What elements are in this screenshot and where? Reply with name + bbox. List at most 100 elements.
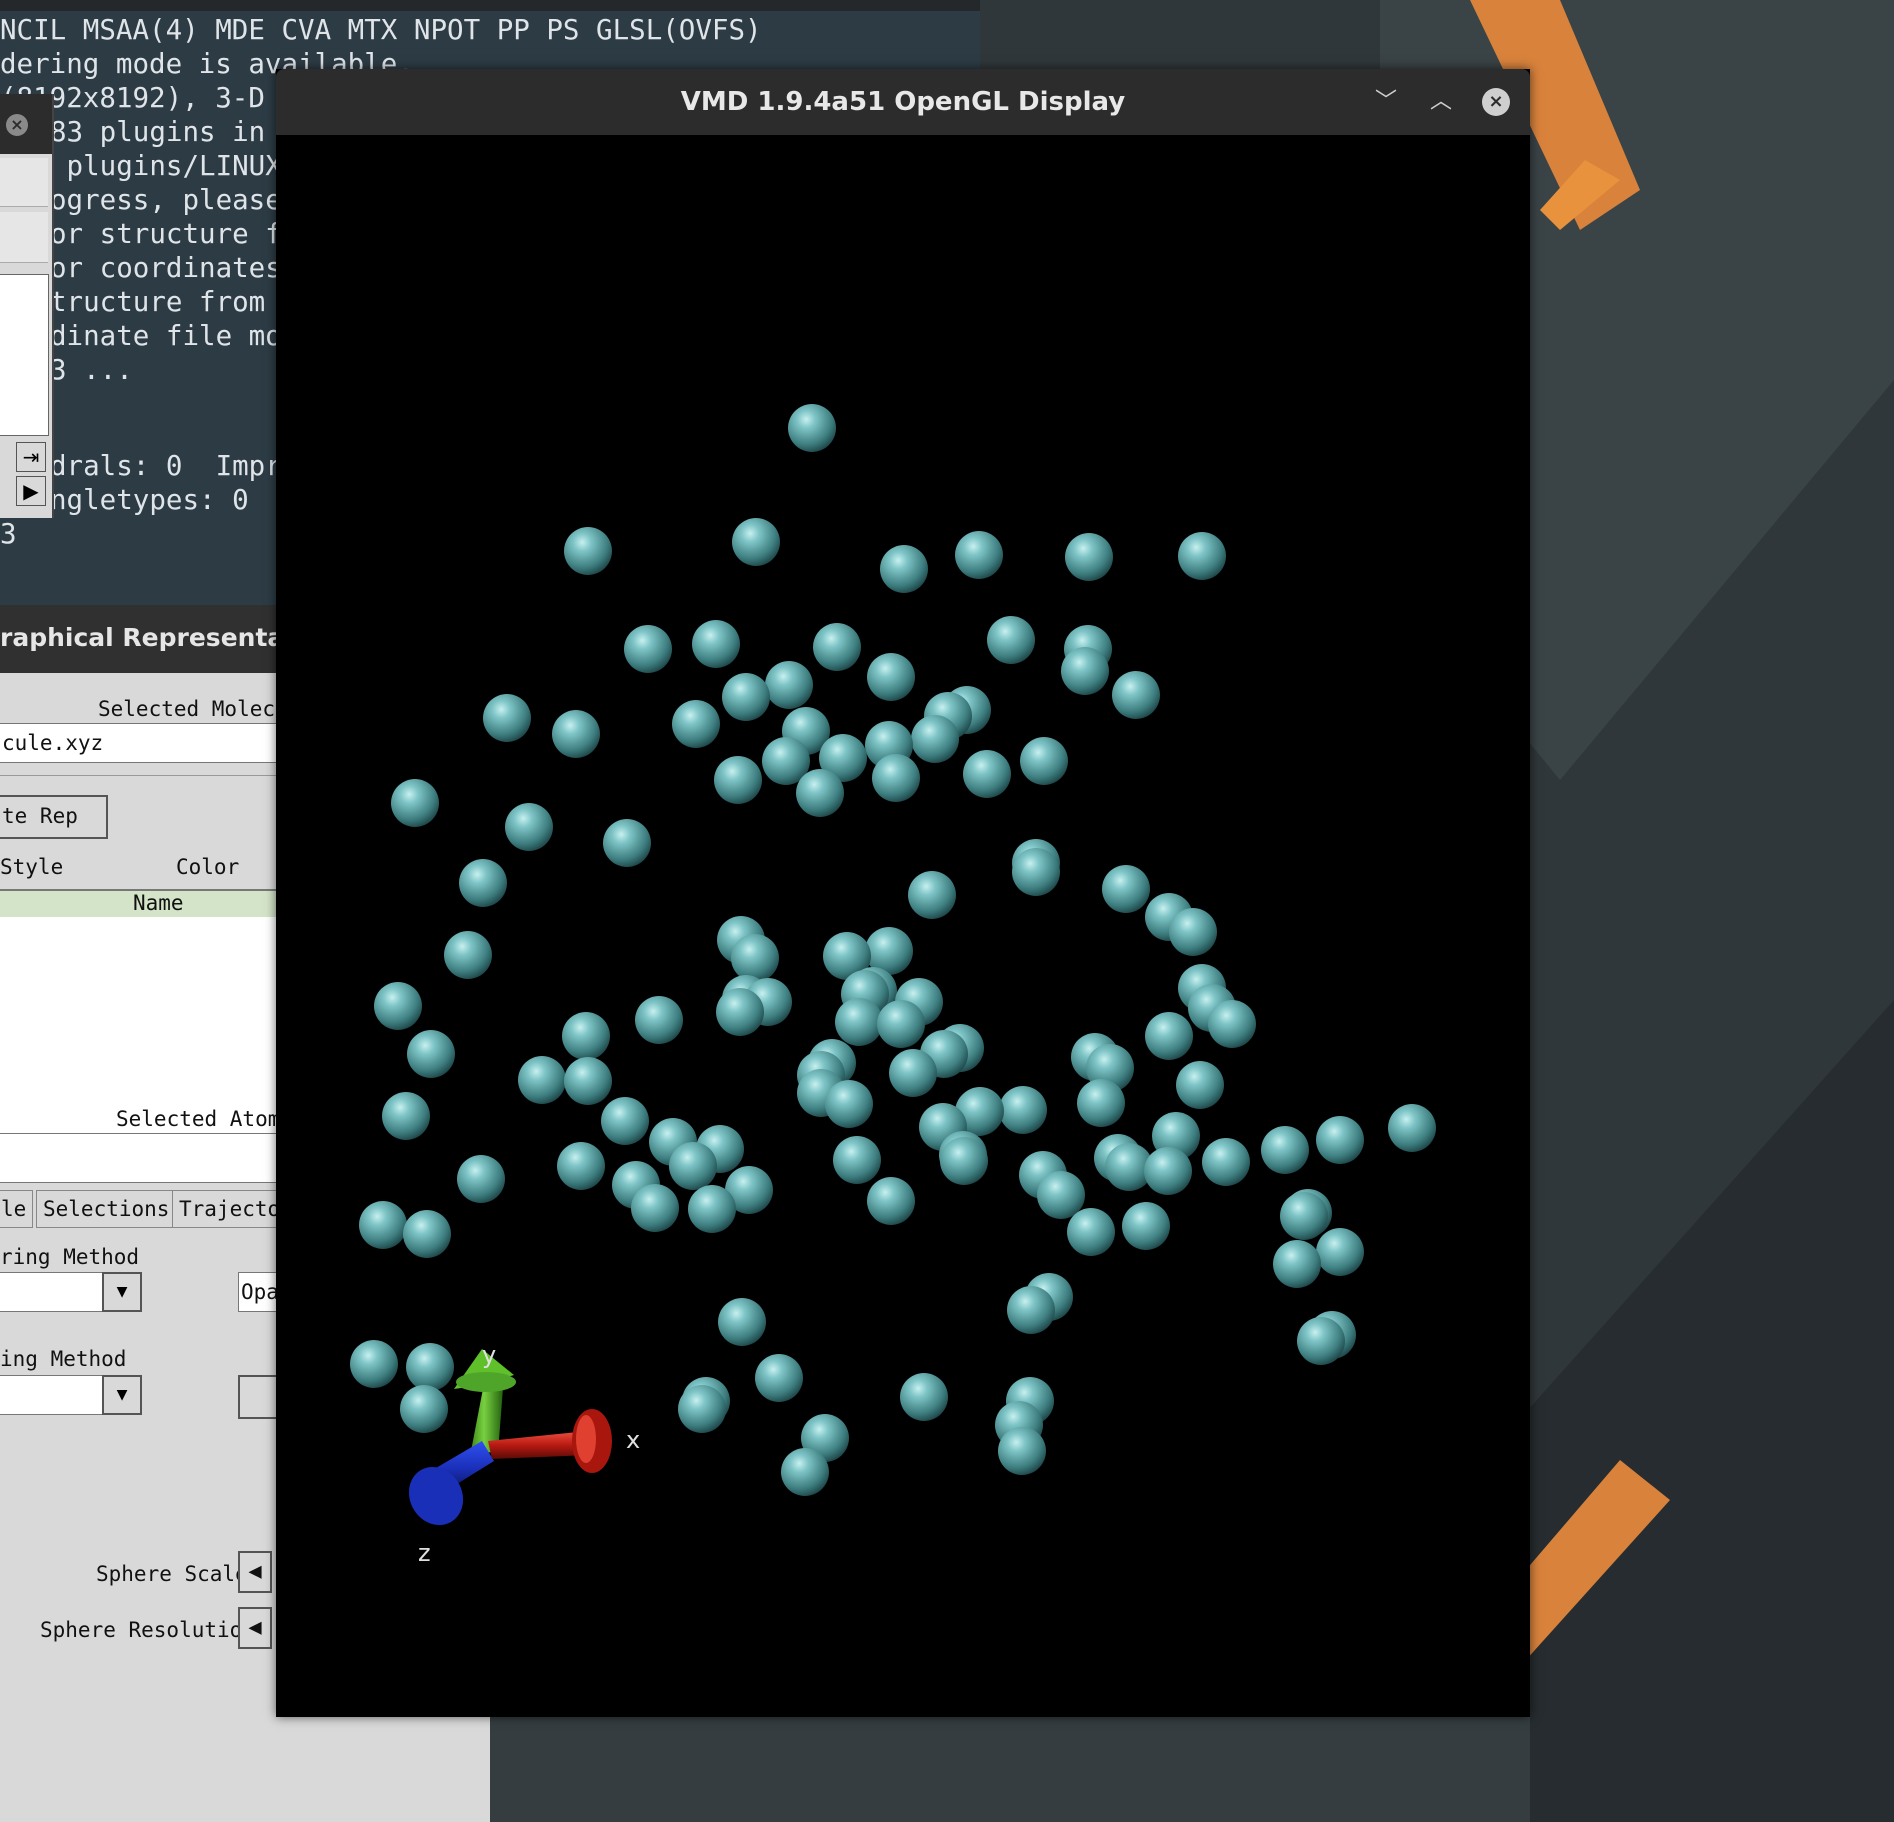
opengl-display-window[interactable]: VMD 1.9.4a51 OpenGL Display ﹀ ︿ × x y z: [276, 69, 1530, 1717]
atom-sphere[interactable]: [877, 1000, 925, 1048]
atom-sphere[interactable]: [483, 694, 531, 742]
atom-sphere[interactable]: [867, 1177, 915, 1225]
atom-sphere[interactable]: [603, 819, 651, 867]
atom-sphere[interactable]: [732, 518, 780, 566]
atom-sphere[interactable]: [407, 1030, 455, 1078]
close-icon[interactable]: ×: [1482, 88, 1510, 116]
atom-sphere[interactable]: [692, 620, 740, 668]
atom-sphere[interactable]: [1145, 1012, 1193, 1060]
decrement-arrow-icon[interactable]: ◀: [238, 1607, 272, 1649]
atom-sphere[interactable]: [880, 545, 928, 593]
atom-sphere[interactable]: [796, 769, 844, 817]
atom-sphere[interactable]: [1316, 1228, 1364, 1276]
atom-sphere[interactable]: [403, 1210, 451, 1258]
atom-sphere[interactable]: [672, 700, 720, 748]
atom-sphere[interactable]: [669, 1142, 717, 1190]
vmd-main-window[interactable]: × ⇥ ▶: [0, 94, 54, 518]
chevron-up-icon[interactable]: ︿: [1425, 86, 1457, 118]
atom-sphere[interactable]: [400, 1385, 448, 1433]
atom-sphere[interactable]: [624, 625, 672, 673]
tab-draw-style[interactable]: le: [0, 1190, 34, 1228]
atom-sphere[interactable]: [1202, 1138, 1250, 1186]
atom-sphere[interactable]: [1037, 1171, 1085, 1219]
atom-sphere[interactable]: [1176, 1061, 1224, 1109]
atom-sphere[interactable]: [999, 1086, 1047, 1134]
atom-sphere[interactable]: [562, 1012, 610, 1060]
atom-sphere[interactable]: [825, 1080, 873, 1128]
atom-sphere[interactable]: [908, 871, 956, 919]
atom-sphere[interactable]: [552, 710, 600, 758]
atom-sphere[interactable]: [714, 756, 762, 804]
atom-sphere[interactable]: [557, 1142, 605, 1190]
atom-sphere[interactable]: [998, 1427, 1046, 1475]
atom-sphere[interactable]: [911, 715, 959, 763]
atom-sphere[interactable]: [518, 1056, 566, 1104]
chevron-down-icon[interactable]: ﹀: [1370, 86, 1402, 118]
atom-sphere[interactable]: [444, 931, 492, 979]
atom-sphere[interactable]: [722, 673, 770, 721]
atom-sphere[interactable]: [391, 779, 439, 827]
atom-sphere[interactable]: [955, 531, 1003, 579]
atom-sphere[interactable]: [1178, 532, 1226, 580]
create-rep-button[interactable]: te Rep: [0, 795, 108, 839]
atom-sphere[interactable]: [718, 1298, 766, 1346]
drawing-method-select[interactable]: [0, 1375, 106, 1415]
opengl-titlebar[interactable]: VMD 1.9.4a51 OpenGL Display ﹀ ︿ ×: [276, 69, 1530, 135]
atom-sphere[interactable]: [1102, 865, 1150, 913]
atom-sphere[interactable]: [716, 988, 764, 1036]
atom-sphere[interactable]: [505, 803, 553, 851]
atom-sphere[interactable]: [1061, 647, 1109, 695]
coloring-method-select[interactable]: [0, 1272, 106, 1312]
atom-sphere[interactable]: [564, 1057, 612, 1105]
atom-sphere[interactable]: [350, 1340, 398, 1388]
close-icon[interactable]: ×: [6, 114, 28, 136]
atom-sphere[interactable]: [788, 404, 836, 452]
atom-sphere[interactable]: [359, 1201, 407, 1249]
atom-sphere[interactable]: [731, 934, 779, 982]
vmd-main-titlebar[interactable]: ×: [0, 94, 52, 154]
molecule-viewport[interactable]: x y z: [276, 135, 1530, 1717]
atom-sphere[interactable]: [631, 1184, 679, 1232]
atom-sphere[interactable]: [678, 1385, 726, 1433]
atom-sphere[interactable]: [1112, 671, 1160, 719]
atom-sphere[interactable]: [867, 653, 915, 701]
atom-sphere[interactable]: [1065, 533, 1113, 581]
atom-sphere[interactable]: [1316, 1116, 1364, 1164]
decrement-arrow-icon[interactable]: ◀: [238, 1551, 272, 1593]
atom-sphere[interactable]: [601, 1097, 649, 1145]
atom-sphere[interactable]: [1007, 1286, 1055, 1334]
atom-sphere[interactable]: [1261, 1126, 1309, 1174]
atom-sphere[interactable]: [781, 1448, 829, 1496]
tab-selections[interactable]: Selections: [36, 1190, 177, 1228]
atom-sphere[interactable]: [940, 1137, 988, 1185]
atom-sphere[interactable]: [1122, 1202, 1170, 1250]
atom-sphere[interactable]: [1012, 848, 1060, 896]
atom-sphere[interactable]: [688, 1185, 736, 1233]
skip-to-end-icon[interactable]: ⇥: [16, 442, 46, 472]
atom-sphere[interactable]: [406, 1343, 454, 1391]
atom-sphere[interactable]: [1020, 737, 1068, 785]
play-icon[interactable]: ▶: [16, 476, 46, 506]
atom-sphere[interactable]: [1169, 908, 1217, 956]
atom-sphere[interactable]: [1208, 1000, 1256, 1048]
atom-sphere[interactable]: [1280, 1192, 1328, 1240]
atom-sphere[interactable]: [755, 1354, 803, 1402]
atom-sphere[interactable]: [765, 661, 813, 709]
atom-sphere[interactable]: [1077, 1079, 1125, 1127]
atom-sphere[interactable]: [564, 527, 612, 575]
atom-sphere[interactable]: [1067, 1208, 1115, 1256]
atom-sphere[interactable]: [889, 1049, 937, 1097]
chevron-down-icon[interactable]: ▼: [102, 1375, 142, 1415]
atom-sphere[interactable]: [382, 1092, 430, 1140]
atom-sphere[interactable]: [1273, 1240, 1321, 1288]
atom-sphere[interactable]: [1144, 1147, 1192, 1195]
atom-sphere[interactable]: [1388, 1104, 1436, 1152]
atom-sphere[interactable]: [900, 1373, 948, 1421]
molecule-list[interactable]: [0, 274, 49, 436]
atom-sphere[interactable]: [963, 750, 1011, 798]
atom-sphere[interactable]: [459, 859, 507, 907]
atom-sphere[interactable]: [835, 998, 883, 1046]
atom-sphere[interactable]: [987, 616, 1035, 664]
atom-sphere[interactable]: [635, 996, 683, 1044]
atom-sphere[interactable]: [813, 623, 861, 671]
